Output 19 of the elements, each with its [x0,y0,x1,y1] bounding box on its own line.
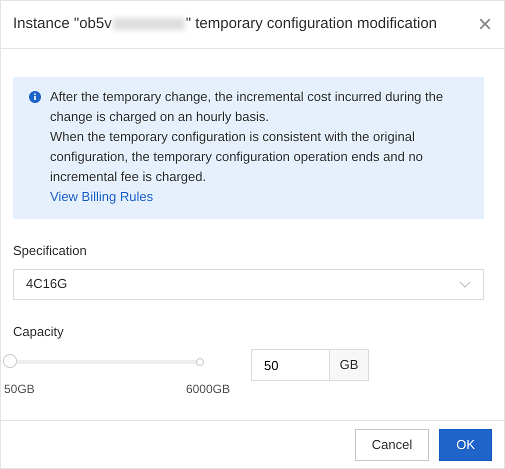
specification-dropdown[interactable]: 4C16G [13,268,484,300]
chevron-down-icon [459,280,471,288]
billing-rules-link[interactable]: View Billing Rules [50,189,154,204]
slider-max-label: 6000GB [186,381,230,398]
notice-text: After the temporary change, the incremental cost incurred during the change is charged on an hourly basis. [50,88,444,126]
slider-handle[interactable] [3,354,17,368]
cancel-button[interactable]: Cancel [354,428,430,460]
capacity-input[interactable]: 50 [251,349,329,381]
info-icon [29,91,41,103]
field-label: Capacity [13,322,65,341]
dialog-title: Instance "ob5v " temporary configuration modification [13,14,438,34]
notice-text: When the temporary configuration is consistent with the original configuration, the temporary configuration operation ends and no incremental fee is charged. [50,128,424,186]
slider-end-mark [196,358,204,366]
slider-min-label: 50GB [4,381,35,398]
unit-label: GB [329,349,369,381]
dropdown-value: 4C16G [26,275,68,294]
field-label: Specification [13,242,88,260]
close-button[interactable]: × [478,12,492,36]
ok-button[interactable]: OK [439,428,492,460]
